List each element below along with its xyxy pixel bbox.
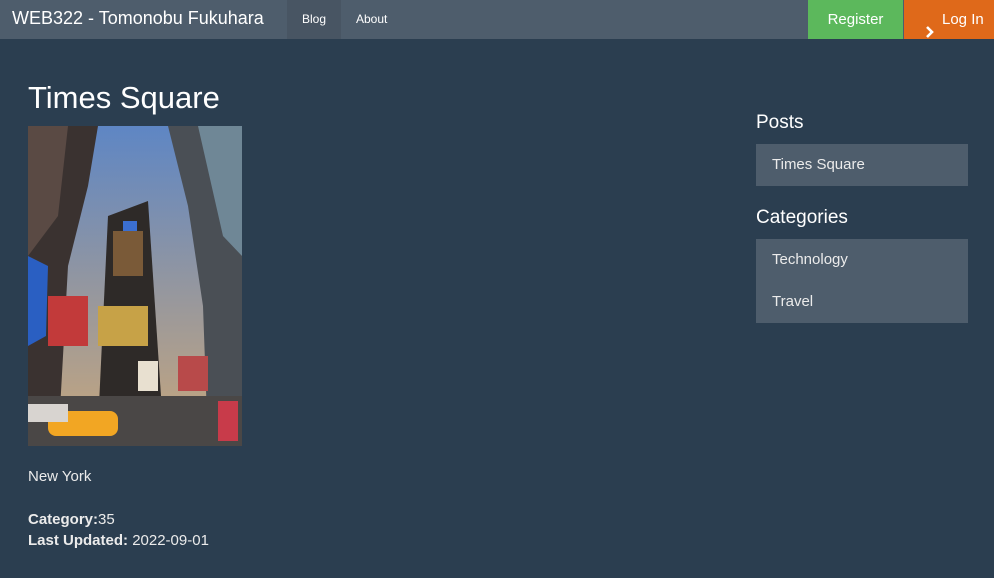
posts-list-item[interactable]: Times Square [756, 144, 968, 186]
post-title: Times Square [28, 80, 220, 115]
nav-blog-link[interactable]: Blog [287, 0, 341, 39]
chevron-right-icon [925, 14, 935, 53]
updated-value: 2022-09-01 [132, 532, 209, 549]
categories-list: Technology Travel [756, 239, 968, 323]
register-button[interactable]: Register [808, 0, 903, 39]
category-item-technology[interactable]: Technology [756, 239, 968, 281]
post-category: Category:35 [28, 511, 115, 528]
category-value: 35 [98, 511, 115, 528]
post-body: New York [28, 468, 92, 485]
category-item-travel[interactable]: Travel [756, 281, 968, 323]
categories-heading: Categories [756, 207, 848, 228]
login-button[interactable]: Log In [904, 0, 994, 39]
nav-about-link[interactable]: About [341, 0, 402, 39]
brand-title[interactable]: WEB322 - Tomonobu Fukuhara [12, 8, 264, 29]
updated-label: Last Updated: [28, 532, 129, 549]
posts-list: Times Square [756, 144, 968, 186]
category-label: Category: [28, 511, 99, 528]
login-label: Log In [942, 11, 984, 28]
post-updated: Last Updated: 2022-09-01 [28, 532, 209, 549]
top-navbar: WEB322 - Tomonobu Fukuhara Blog About Re… [0, 0, 994, 39]
posts-heading: Posts [756, 112, 804, 133]
post-image [28, 126, 242, 446]
